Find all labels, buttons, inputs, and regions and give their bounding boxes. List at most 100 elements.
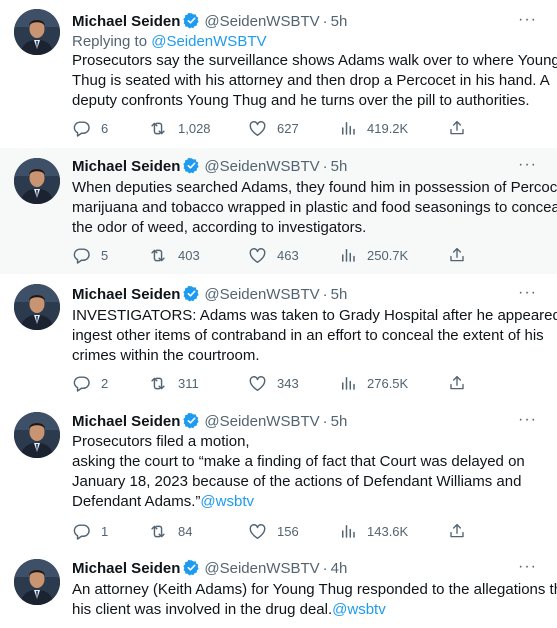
views-chart-icon [339,246,357,264]
tweet-text-line: crimes within the courtroom. [72,347,260,364]
heart-icon [248,119,267,138]
reply-count: 2 [101,375,109,391]
retweet-button[interactable]: 403 [148,245,200,265]
retweet-button[interactable]: 311 [148,373,199,393]
timestamp[interactable]: 5h [331,286,348,303]
tweet-text: When deputies searched Adams, they found… [72,178,557,238]
tweet-text-line: Defendant Adams.”@wsbtv [72,492,546,512]
view-count: 419.2K [367,120,409,136]
tweet-text-line: marijuana and tobacco wrapped in plastic… [72,199,557,216]
share-button[interactable] [448,118,466,138]
retweet-count: 311 [178,375,199,391]
author-handle[interactable]: @SeidenWSBTV [204,13,319,30]
more-options-icon[interactable]: ··· [518,156,537,174]
author-name[interactable]: Michael Seiden [72,286,180,303]
tweet[interactable]: Michael Seiden @SeidenWSBTV · 4h ··· An att… [0,550,557,628]
separator-dot: · [322,413,328,430]
views-button[interactable]: 419.2K [339,118,408,138]
retweet-button[interactable]: 84 [148,521,192,541]
tweet[interactable]: Michael Seiden @SeidenWSBTV · 5h ··· Replyi… [0,0,557,148]
mention-link[interactable]: @wsbtv [332,601,386,618]
tweet-text-line: deputy confronts Young Thug and he turns… [72,92,530,109]
share-button[interactable] [448,373,466,393]
avatar[interactable] [14,412,60,458]
like-button[interactable]: 343 [248,373,299,393]
separator-dot: · [322,560,328,577]
reply-button[interactable]: 2 [72,373,108,393]
tweet[interactable]: Michael Seiden @SeidenWSBTV · 5h ··· INVEST… [0,274,557,402]
like-count: 627 [277,120,299,136]
tweet-text-line: An attorney (Keith Adams) for Young Thug… [72,581,557,598]
timestamp[interactable]: 4h [331,560,348,577]
tweet-header: Michael Seiden @SeidenWSBTV · 5h [72,285,347,308]
tweet-text-line: the odor of weed, according to investiga… [72,219,367,236]
avatar[interactable] [14,284,60,330]
author-name[interactable]: Michael Seiden [72,13,180,30]
tweet-text-line: Thug is seated with his attorney and the… [72,72,550,89]
replying-to-handle[interactable]: @SeidenWSBTV [151,33,266,50]
like-button[interactable]: 463 [248,245,299,265]
replying-to: Replying to @SeidenWSBTV [72,32,267,52]
retweet-icon [148,119,168,138]
share-icon [448,119,466,137]
retweet-count: 403 [178,247,200,263]
timestamp[interactable]: 5h [331,158,348,175]
views-button[interactable]: 143.6K [339,521,408,541]
tweet-text-line: Prosecutors filed a motion, [72,433,250,450]
tweet-text: An attorney (Keith Adams) for Young Thug… [72,580,557,620]
retweet-count: 1,028 [178,120,211,136]
author-handle[interactable]: @SeidenWSBTV [204,560,319,577]
author-name[interactable]: Michael Seiden [72,413,180,430]
avatar[interactable] [14,559,60,605]
tweet-text-line: INVESTIGATORS: Adams was taken to Grady … [72,307,557,324]
author-handle[interactable]: @SeidenWSBTV [204,158,319,175]
share-button[interactable] [448,245,466,265]
mention-link[interactable]: @wsbtv [200,493,254,510]
author-handle[interactable]: @SeidenWSBTV [204,413,319,430]
tweet-text: INVESTIGATORS: Adams was taken to Grady … [72,306,557,366]
like-button[interactable]: 156 [248,521,299,541]
tweet[interactable]: Michael Seiden @SeidenWSBTV · 5h ··· When d… [0,148,557,274]
tweet-actions: 2 311 343 276.5K [72,373,472,393]
retweet-icon [148,522,168,541]
share-icon [448,246,466,264]
share-button[interactable] [448,521,466,541]
reply-count: 6 [101,120,109,136]
views-button[interactable]: 250.7K [339,245,408,265]
more-options-icon[interactable]: ··· [518,284,537,302]
views-chart-icon [339,119,357,137]
tweet-text-line: When deputies searched Adams, they found… [72,179,557,196]
timestamp[interactable]: 5h [331,13,348,30]
tweet-text-segment: Defendant Adams.” [72,493,201,510]
tweet-header: Michael Seiden @SeidenWSBTV · 4h [72,559,347,582]
more-options-icon[interactable]: ··· [518,11,537,29]
tweet-header: Michael Seiden @SeidenWSBTV · 5h [72,157,347,180]
reply-count: 1 [101,523,109,539]
retweet-button[interactable]: 1,028 [148,118,211,138]
tweet-text-line: Prosecutors say the surveillance shows A… [72,52,557,69]
avatar[interactable] [14,158,60,204]
more-options-icon[interactable]: ··· [518,558,537,576]
retweet-icon [148,246,168,265]
tweet-actions: 1 84 156 143.6K [72,521,472,541]
views-button[interactable]: 276.5K [339,373,408,393]
like-count: 463 [277,247,299,263]
author-handle[interactable]: @SeidenWSBTV [204,286,319,303]
separator-dot: · [322,158,328,175]
tweet[interactable]: Michael Seiden @SeidenWSBTV · 5h ··· Prosec… [0,402,557,550]
separator-dot: · [322,13,328,30]
reply-icon [72,522,91,541]
author-name[interactable]: Michael Seiden [72,560,180,577]
reply-button[interactable]: 1 [72,521,108,541]
reply-button[interactable]: 6 [72,118,108,138]
more-options-icon[interactable]: ··· [518,411,537,429]
heart-icon [248,374,267,393]
share-icon [448,522,466,540]
like-button[interactable]: 627 [248,118,299,138]
reply-button[interactable]: 5 [72,245,108,265]
author-name[interactable]: Michael Seiden [72,158,180,175]
heart-icon [248,522,267,541]
timestamp[interactable]: 5h [331,413,348,430]
views-chart-icon [339,374,357,392]
avatar[interactable] [14,9,60,55]
